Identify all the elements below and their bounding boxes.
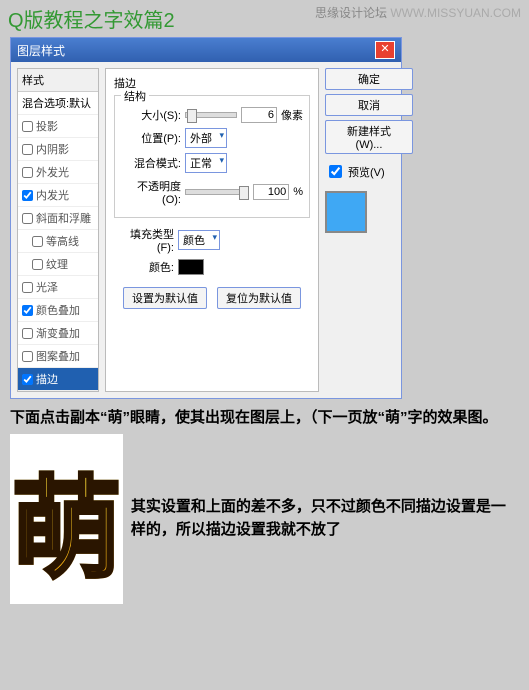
style-label: 等高线 bbox=[46, 233, 79, 249]
style-row-9[interactable]: 渐变叠加 bbox=[18, 322, 98, 345]
style-checkbox[interactable] bbox=[22, 121, 33, 132]
preview-check-input[interactable] bbox=[329, 165, 342, 178]
filltype-combo[interactable]: 颜色 bbox=[178, 230, 220, 250]
style-checkbox[interactable] bbox=[22, 144, 33, 155]
style-label: 纹理 bbox=[46, 256, 68, 272]
style-checkbox[interactable] bbox=[22, 374, 33, 385]
style-label: 投影 bbox=[36, 118, 58, 134]
style-checkbox[interactable] bbox=[22, 213, 33, 224]
watermark: 思缘设计论坛 WWW.MISSYUAN.COM bbox=[315, 4, 521, 21]
layer-style-dialog: 图层样式 ✕ 样式 混合选项:默认 投影内阴影外发光内发光斜面和浮雕等高线纹理光… bbox=[10, 37, 402, 399]
structure-group: 结构 大小(S): 6 像素 位置(P): 外部 混合模式: 正常 不透明度(O… bbox=[114, 95, 310, 218]
style-row-2[interactable]: 外发光 bbox=[18, 161, 98, 184]
style-row-3[interactable]: 内发光 bbox=[18, 184, 98, 207]
blendmode-combo[interactable]: 正常 bbox=[185, 153, 227, 173]
blendmode-label: 混合模式: bbox=[121, 155, 181, 171]
dialog-titlebar[interactable]: 图层样式 ✕ bbox=[11, 38, 401, 62]
preview-checkbox[interactable]: 预览(V) bbox=[325, 162, 395, 181]
style-label: 斜面和浮雕 bbox=[36, 210, 91, 226]
style-checkbox[interactable] bbox=[22, 190, 33, 201]
style-checkbox[interactable] bbox=[22, 282, 33, 293]
style-row-1[interactable]: 内阴影 bbox=[18, 138, 98, 161]
stroke-settings: 描边 结构 大小(S): 6 像素 位置(P): 外部 混合模式: 正常 bbox=[105, 68, 319, 392]
position-label: 位置(P): bbox=[121, 130, 181, 146]
style-label: 光泽 bbox=[36, 279, 58, 295]
size-label: 大小(S): bbox=[121, 107, 181, 123]
close-icon[interactable]: ✕ bbox=[375, 41, 395, 59]
style-row-10[interactable]: 图案叠加 bbox=[18, 345, 98, 368]
style-row-0[interactable]: 投影 bbox=[18, 115, 98, 138]
ok-button[interactable]: 确定 bbox=[325, 68, 413, 90]
opacity-value[interactable]: 100 bbox=[253, 184, 289, 200]
caption-1: 下面点击副本“萌”眼睛，使其出现在图层上，（下一页放“萌”字的效果图。 bbox=[0, 399, 529, 430]
style-checkbox[interactable] bbox=[22, 167, 33, 178]
position-combo[interactable]: 外部 bbox=[185, 128, 227, 148]
style-row-5[interactable]: 等高线 bbox=[18, 230, 98, 253]
blend-options-row[interactable]: 混合选项:默认 bbox=[18, 92, 98, 115]
style-label: 渐变叠加 bbox=[36, 325, 80, 341]
style-label: 图案叠加 bbox=[36, 348, 80, 364]
opacity-label: 不透明度(O): bbox=[121, 178, 181, 206]
style-checkbox[interactable] bbox=[22, 351, 33, 362]
new-style-button[interactable]: 新建样式(W)... bbox=[325, 120, 413, 154]
set-default-button[interactable]: 设置为默认值 bbox=[123, 287, 207, 309]
style-row-11[interactable]: 描边 bbox=[18, 368, 98, 391]
style-label: 内发光 bbox=[36, 187, 69, 203]
styles-header: 样式 bbox=[18, 69, 98, 92]
style-label: 描边 bbox=[36, 371, 58, 387]
opacity-slider[interactable] bbox=[185, 189, 249, 195]
color-label: 颜色: bbox=[114, 259, 174, 275]
opacity-unit: % bbox=[293, 186, 303, 198]
styles-list: 样式 混合选项:默认 投影内阴影外发光内发光斜面和浮雕等高线纹理光泽颜色叠加渐变… bbox=[17, 68, 99, 392]
style-label: 外发光 bbox=[36, 164, 69, 180]
filltype-label: 填充类型(F): bbox=[114, 226, 174, 254]
style-checkbox[interactable] bbox=[22, 328, 33, 339]
dialog-title: 图层样式 bbox=[17, 42, 65, 59]
style-row-6[interactable]: 纹理 bbox=[18, 253, 98, 276]
color-swatch[interactable] bbox=[178, 259, 204, 275]
style-row-8[interactable]: 颜色叠加 bbox=[18, 299, 98, 322]
size-slider[interactable] bbox=[185, 112, 237, 118]
cancel-button[interactable]: 取消 bbox=[325, 94, 413, 116]
size-unit: 像素 bbox=[281, 107, 303, 123]
caption-2: 其实设置和上面的差不多，只不过颜色不同描边设置是一样的，所以描边设置我就不放了 bbox=[131, 496, 519, 541]
style-row-7[interactable]: 光泽 bbox=[18, 276, 98, 299]
reset-default-button[interactable]: 复位为默认值 bbox=[217, 287, 301, 309]
style-checkbox[interactable] bbox=[32, 259, 43, 270]
style-checkbox[interactable] bbox=[32, 236, 43, 247]
dialog-buttons: 确定 取消 新建样式(W)... 预览(V) bbox=[325, 68, 395, 392]
style-label: 颜色叠加 bbox=[36, 302, 80, 318]
style-label: 内阴影 bbox=[36, 141, 69, 157]
preview-swatch bbox=[325, 191, 367, 233]
size-value[interactable]: 6 bbox=[241, 107, 277, 123]
style-row-4[interactable]: 斜面和浮雕 bbox=[18, 207, 98, 230]
meng-artwork: 萌 bbox=[10, 434, 123, 604]
style-checkbox[interactable] bbox=[22, 305, 33, 316]
